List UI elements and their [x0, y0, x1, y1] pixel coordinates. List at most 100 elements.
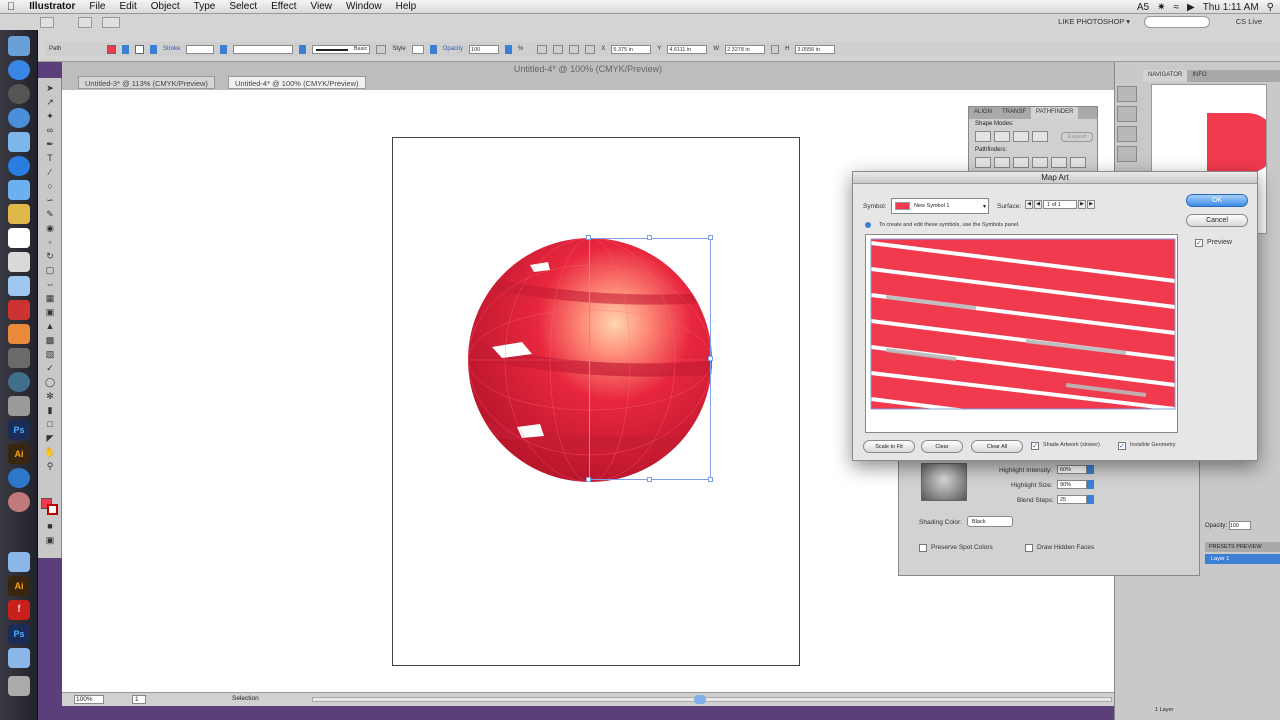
- blend-steps-dropdown[interactable]: [1087, 495, 1094, 504]
- imovie-icon[interactable]: [8, 348, 30, 368]
- highlight-intensity-input[interactable]: 60%: [1057, 465, 1087, 474]
- variable-width-input[interactable]: [233, 44, 294, 54]
- symbol-select[interactable]: New Symbol 1 ▾: [891, 198, 989, 214]
- stroke-swatch-icon[interactable]: [135, 44, 144, 54]
- opacity-dropdown[interactable]: [505, 44, 513, 54]
- zoom-level[interactable]: 100%: [74, 695, 104, 704]
- ellipse-tool-icon[interactable]: ○: [42, 180, 58, 192]
- contacts-icon[interactable]: [8, 252, 30, 272]
- blend-steps-input[interactable]: 25: [1057, 495, 1087, 504]
- workspace-switcher[interactable]: LIKE PHOTOSHOP ▾: [1058, 17, 1130, 26]
- style-dropdown[interactable]: [429, 44, 437, 54]
- menu-object[interactable]: Object: [144, 1, 187, 12]
- cs-live-button[interactable]: CS Live: [1236, 17, 1262, 26]
- h-input[interactable]: 3.0556 in: [795, 44, 836, 54]
- graph-tool-icon[interactable]: ▮: [42, 404, 58, 416]
- blend-tool-icon[interactable]: ◯: [42, 376, 58, 388]
- bluetooth-icon[interactable]: ✷: [1157, 2, 1165, 13]
- exclude-button[interactable]: [1032, 131, 1048, 142]
- recolor-icon[interactable]: [537, 44, 548, 54]
- photobooth-icon[interactable]: [8, 300, 30, 320]
- downloads-folder-icon[interactable]: [8, 648, 30, 668]
- menu-select[interactable]: Select: [222, 1, 264, 12]
- light-sphere-preview[interactable]: [921, 463, 967, 501]
- tab-align[interactable]: ALIGN: [969, 107, 997, 119]
- invisible-geometry-checkbox[interactable]: ✓: [1118, 442, 1126, 450]
- align-icon[interactable]: [569, 44, 580, 54]
- photoshop-icon[interactable]: Ps: [8, 420, 30, 440]
- bridge-icon[interactable]: [40, 17, 54, 28]
- scale-to-fit-button[interactable]: Scale to Fit: [863, 440, 915, 453]
- isolate-icon[interactable]: [553, 44, 564, 54]
- globe-icon[interactable]: [8, 468, 30, 488]
- panel-icon[interactable]: [1117, 86, 1137, 102]
- shading-color-select[interactable]: Black: [967, 516, 1013, 527]
- layer-row[interactable]: Layer 1: [1205, 554, 1280, 564]
- appstore-icon[interactable]: [8, 60, 30, 80]
- selection-handle[interactable]: [647, 477, 652, 482]
- illustrator-icon[interactable]: Ai: [8, 444, 30, 464]
- selection-handle[interactable]: [586, 477, 591, 482]
- mesh-tool-icon[interactable]: ▩: [42, 334, 58, 346]
- y-input[interactable]: 4.6111 in: [667, 44, 708, 54]
- surface-input[interactable]: 1 of 1: [1043, 200, 1077, 209]
- constrain-icon[interactable]: [771, 44, 780, 54]
- layers-opacity-input[interactable]: 100: [1228, 521, 1251, 530]
- reference-point-icon[interactable]: [585, 44, 596, 54]
- facetime-icon[interactable]: [8, 180, 30, 200]
- clear-button[interactable]: Clear: [921, 440, 963, 453]
- cancel-button[interactable]: Cancel: [1186, 214, 1248, 227]
- fill-swatch[interactable]: [107, 44, 116, 54]
- menu-edit[interactable]: Edit: [113, 1, 144, 12]
- menu-view[interactable]: View: [304, 1, 340, 12]
- adobe-status-icon[interactable]: A5: [1137, 2, 1149, 13]
- illustrator-file-icon[interactable]: Ai: [8, 576, 30, 596]
- divide-button[interactable]: [975, 157, 991, 168]
- paintbrush-tool-icon[interactable]: ∽: [42, 194, 58, 206]
- highlight-size-dropdown[interactable]: [1087, 480, 1094, 489]
- scroll-thumb[interactable]: [694, 695, 706, 704]
- selection-tool-icon[interactable]: ➤: [42, 82, 58, 94]
- tab-untitled-3[interactable]: Untitled-3* @ 113% (CMYK/Preview): [78, 76, 215, 89]
- flash-icon[interactable]: f: [8, 600, 30, 620]
- stroke-dropdown[interactable]: [150, 44, 157, 54]
- highlight-intensity-dropdown[interactable]: [1087, 465, 1094, 474]
- menu-clock[interactable]: Thu 1:11 AM: [1203, 2, 1259, 13]
- system-preferences-icon[interactable]: [8, 396, 30, 416]
- finder-icon[interactable]: [8, 36, 30, 56]
- intersect-button[interactable]: [1013, 131, 1029, 142]
- preserve-spot-colors-checkbox[interactable]: [919, 544, 927, 552]
- stroke-color-swatch[interactable]: [47, 504, 58, 515]
- tab-untitled-4[interactable]: Untitled-4* @ 100% (CMYK/Preview): [228, 76, 366, 89]
- prev-surface-icon[interactable]: ◀: [1034, 200, 1042, 209]
- brush-definition[interactable]: Basic: [312, 44, 371, 54]
- menu-window[interactable]: Window: [339, 1, 389, 12]
- zoom-tool-icon[interactable]: ⚲: [42, 460, 58, 472]
- itunes-icon[interactable]: [8, 156, 30, 176]
- layers-panel-tab[interactable]: PRESETS PREVIEW: [1205, 542, 1280, 552]
- tab-info[interactable]: INFO: [1187, 70, 1211, 82]
- free-transform-tool-icon[interactable]: ▦: [42, 292, 58, 304]
- status-mode[interactable]: Selection: [232, 695, 259, 702]
- selection-handle[interactable]: [586, 235, 591, 240]
- next-surface-icon[interactable]: ▶: [1078, 200, 1086, 209]
- minus-front-button[interactable]: [994, 131, 1010, 142]
- draw-hidden-faces-checkbox[interactable]: [1025, 544, 1033, 552]
- calendar-icon[interactable]: [8, 228, 30, 248]
- slice-tool-icon[interactable]: ◤: [42, 432, 58, 444]
- selection-bounding-box[interactable]: [589, 238, 711, 480]
- folder-icon[interactable]: [8, 552, 30, 572]
- perspective-grid-tool-icon[interactable]: ▲: [42, 320, 58, 332]
- drawing-mode-icon[interactable]: ▣: [42, 534, 58, 546]
- trim-button[interactable]: [994, 157, 1010, 168]
- help-search-input[interactable]: [1144, 16, 1210, 28]
- volume-icon[interactable]: ▶: [1187, 2, 1195, 13]
- stroke-weight-dropdown[interactable]: [220, 44, 228, 54]
- eraser-tool-icon[interactable]: ▫: [42, 236, 58, 248]
- type-tool-icon[interactable]: T: [42, 152, 58, 164]
- w-input[interactable]: 2.3278 in: [725, 44, 766, 54]
- preview-checkbox[interactable]: ✓: [1195, 239, 1203, 247]
- gradient-tool-icon[interactable]: ▧: [42, 348, 58, 360]
- symbol-sprayer-tool-icon[interactable]: ✻: [42, 390, 58, 402]
- unite-button[interactable]: [975, 131, 991, 142]
